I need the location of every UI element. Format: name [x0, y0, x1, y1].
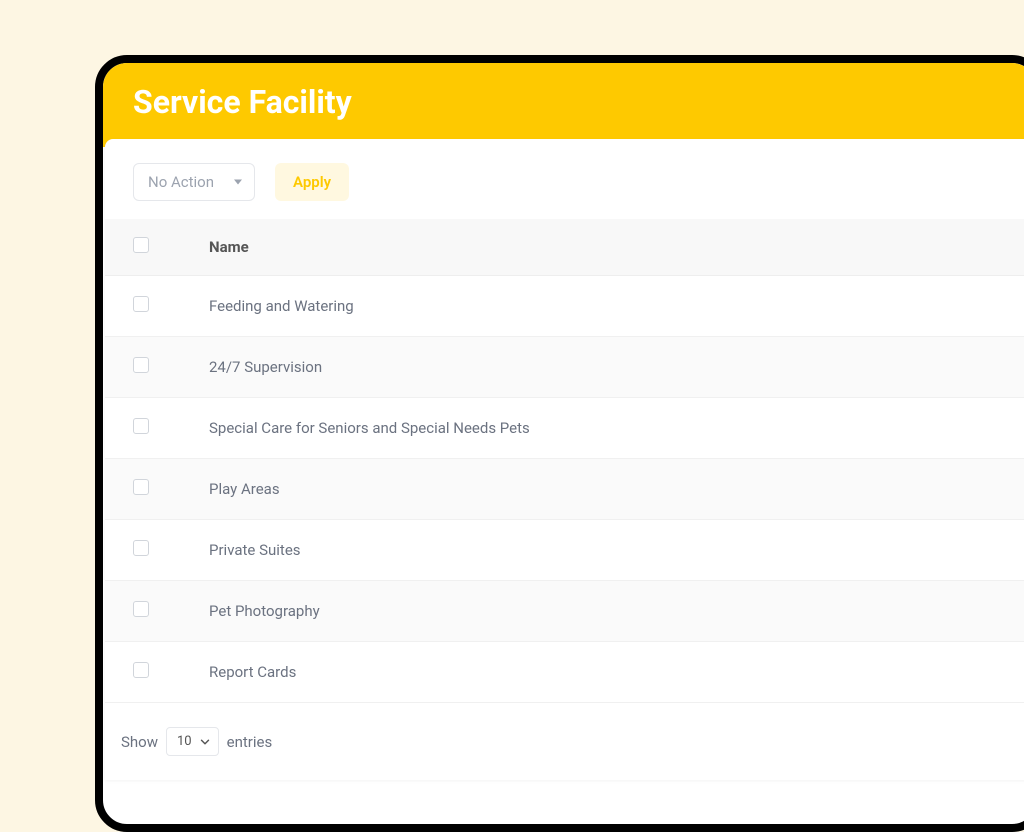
row-checkbox[interactable]: [133, 418, 149, 434]
page-title: Service Facility: [133, 83, 1006, 121]
caret-down-icon: [234, 180, 242, 185]
show-label: Show: [121, 733, 158, 751]
row-name: 24/7 Supervision: [185, 337, 1024, 398]
table-row: Private Suites: [105, 520, 1024, 581]
action-dropdown-label: No Action: [148, 173, 214, 191]
chevron-down-icon: [198, 735, 212, 749]
row-checkbox-cell: [105, 520, 185, 581]
row-checkbox-cell: [105, 276, 185, 337]
entries-value: 10: [177, 734, 192, 749]
action-dropdown[interactable]: No Action: [133, 163, 255, 201]
row-name: Pet Photography: [185, 581, 1024, 642]
table-row: Play Areas: [105, 459, 1024, 520]
row-checkbox-cell: [105, 581, 185, 642]
row-name: Play Areas: [185, 459, 1024, 520]
row-checkbox[interactable]: [133, 479, 149, 495]
select-all-checkbox[interactable]: [133, 237, 149, 253]
row-name: Report Cards: [185, 642, 1024, 703]
table-row: Report Cards: [105, 642, 1024, 703]
entries-select[interactable]: 10: [166, 727, 219, 756]
row-checkbox-cell: [105, 459, 185, 520]
service-table: Name Feeding and Watering24/7 Supervisio…: [105, 219, 1024, 703]
select-all-header: [105, 219, 185, 276]
row-checkbox-cell: [105, 337, 185, 398]
row-checkbox[interactable]: [133, 601, 149, 617]
toolbar: No Action Apply: [105, 139, 1024, 219]
row-checkbox-cell: [105, 642, 185, 703]
entries-label: entries: [227, 733, 273, 751]
row-name: Special Care for Seniors and Special Nee…: [185, 398, 1024, 459]
row-name: Private Suites: [185, 520, 1024, 581]
apply-button[interactable]: Apply: [275, 163, 349, 201]
table-row: Pet Photography: [105, 581, 1024, 642]
table-header-row: Name: [105, 219, 1024, 276]
row-checkbox[interactable]: [133, 296, 149, 312]
row-checkbox[interactable]: [133, 662, 149, 678]
table-row: Feeding and Watering: [105, 276, 1024, 337]
table-footer: Show 10 entries: [105, 703, 1024, 780]
table-row: Special Care for Seniors and Special Nee…: [105, 398, 1024, 459]
table-row: 24/7 Supervision: [105, 337, 1024, 398]
column-name: Name: [185, 219, 1024, 276]
row-checkbox[interactable]: [133, 540, 149, 556]
row-checkbox[interactable]: [133, 357, 149, 373]
row-checkbox-cell: [105, 398, 185, 459]
page-header: Service Facility: [103, 63, 1024, 147]
content-card: No Action Apply Name Feeding and Waterin…: [105, 139, 1024, 780]
row-name: Feeding and Watering: [185, 276, 1024, 337]
window-frame: Service Facility No Action Apply Name Fe…: [95, 55, 1024, 832]
